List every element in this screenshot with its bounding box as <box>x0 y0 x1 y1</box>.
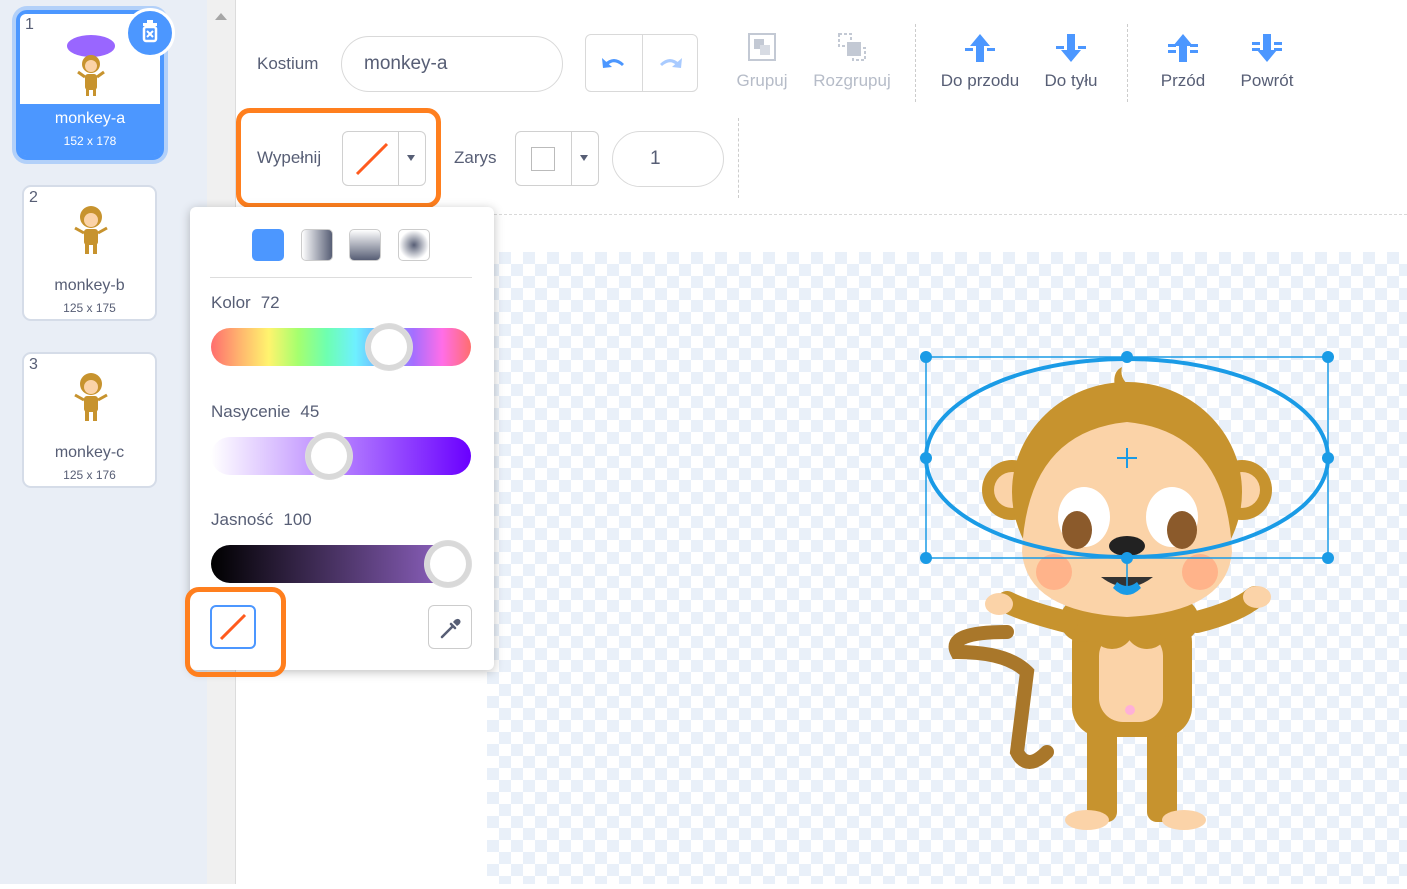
no-fill-highlight-outline <box>185 587 286 677</box>
solid-fill-button[interactable] <box>252 229 284 261</box>
undo-icon <box>602 58 624 68</box>
brightness-value: 100 <box>283 510 312 529</box>
costume-size: 125 x 176 <box>63 468 116 482</box>
costume-label: Kostium <box>257 54 319 73</box>
color-slider-knob[interactable] <box>366 324 412 370</box>
arrow-down-icon <box>1056 34 1086 62</box>
saturation-label: Nasycenie <box>211 402 291 421</box>
saturation-value: 45 <box>300 402 320 421</box>
outline-swatch <box>531 147 555 171</box>
outline-width-value: 1 <box>650 148 661 169</box>
monkey-thumbnail-icon <box>74 206 108 254</box>
costume-size: 152 x 178 <box>63 134 117 148</box>
costume-name-value: monkey-a <box>364 53 448 74</box>
group-label: Grupuj <box>736 71 788 90</box>
radial-gradient-button[interactable] <box>398 229 430 261</box>
undo-redo-group <box>585 34 698 92</box>
forward-label: Do przodu <box>940 71 1020 90</box>
costume-number: 3 <box>29 356 38 373</box>
ungroup-icon <box>838 33 866 61</box>
monkey-thumbnail-icon <box>74 373 108 421</box>
redo-button[interactable] <box>642 35 698 91</box>
trash-icon <box>142 20 158 43</box>
saturation-slider[interactable] <box>211 433 471 479</box>
scroll-up-arrow-icon[interactable] <box>214 12 228 22</box>
outline-label: Zarys <box>454 148 497 167</box>
toolbar-divider <box>915 24 916 102</box>
backward-label: Do tyłu <box>1044 71 1098 90</box>
backward-button[interactable]: Do tyłu <box>1036 30 1106 91</box>
front-label: Przód <box>1160 71 1206 90</box>
back-label: Powrót <box>1240 71 1294 90</box>
eyedropper-icon <box>440 618 461 639</box>
color-value: 72 <box>260 293 280 312</box>
toolbar-divider <box>1127 24 1128 102</box>
toolbar-separator <box>494 214 1407 215</box>
color-slider[interactable] <box>211 324 471 370</box>
outline-width-input[interactable]: 1 <box>612 131 724 187</box>
caret-down-icon <box>580 155 588 161</box>
costume-number: 1 <box>25 16 34 33</box>
eyedropper-button[interactable] <box>428 605 472 649</box>
ungroup-label: Rozgrupuj <box>813 71 891 90</box>
costume-name-input[interactable]: monkey-a <box>341 36 563 92</box>
toolbar-divider <box>738 118 739 198</box>
forward-button[interactable]: Do przodu <box>936 30 1024 91</box>
fill-highlight-outline <box>236 108 441 208</box>
costume-item-3[interactable]: 3 monkey-c 125 x 176 <box>22 352 157 488</box>
brightness-label: Jasność <box>211 510 274 529</box>
brightness-slider-title: Jasność 100 <box>211 510 312 530</box>
color-slider-title: Kolor 72 <box>211 293 280 313</box>
saturation-slider-title: Nasycenie 45 <box>211 402 319 422</box>
horizontal-gradient-button[interactable] <box>301 229 333 261</box>
send-to-back-icon <box>1252 34 1282 62</box>
costume-size: 125 x 175 <box>63 301 116 315</box>
group-button[interactable]: Grupuj <box>727 30 797 91</box>
paint-canvas[interactable] <box>487 252 1407 884</box>
group-icon <box>748 33 776 61</box>
costume-name: monkey-b <box>54 277 125 294</box>
monkey-sprite <box>920 351 1334 830</box>
costume-name: monkey-a <box>54 110 126 127</box>
costume-item-2[interactable]: 2 monkey-b 125 x 175 <box>22 185 157 321</box>
saturation-slider-knob[interactable] <box>306 433 352 479</box>
arrow-up-icon <box>965 34 995 62</box>
undo-button[interactable] <box>586 35 643 91</box>
redo-icon <box>660 58 682 68</box>
ungroup-button[interactable]: Rozgrupuj <box>808 30 896 91</box>
brightness-slider[interactable] <box>211 541 471 587</box>
bring-to-front-icon <box>1168 34 1198 62</box>
outline-color-picker[interactable] <box>515 131 599 186</box>
back-button[interactable]: Powrót <box>1232 30 1302 91</box>
color-label: Kolor <box>211 293 251 312</box>
vertical-gradient-button[interactable] <box>349 229 381 261</box>
costume-name: monkey-c <box>54 444 125 461</box>
costume-number: 2 <box>29 189 38 206</box>
costume-list: 1 monkey-a 152 x 178 2 monkey-b 125 x 17… <box>0 0 207 884</box>
brightness-slider-knob[interactable] <box>425 541 471 587</box>
delete-costume-button[interactable] <box>125 8 175 58</box>
front-button[interactable]: Przód <box>1150 30 1216 91</box>
